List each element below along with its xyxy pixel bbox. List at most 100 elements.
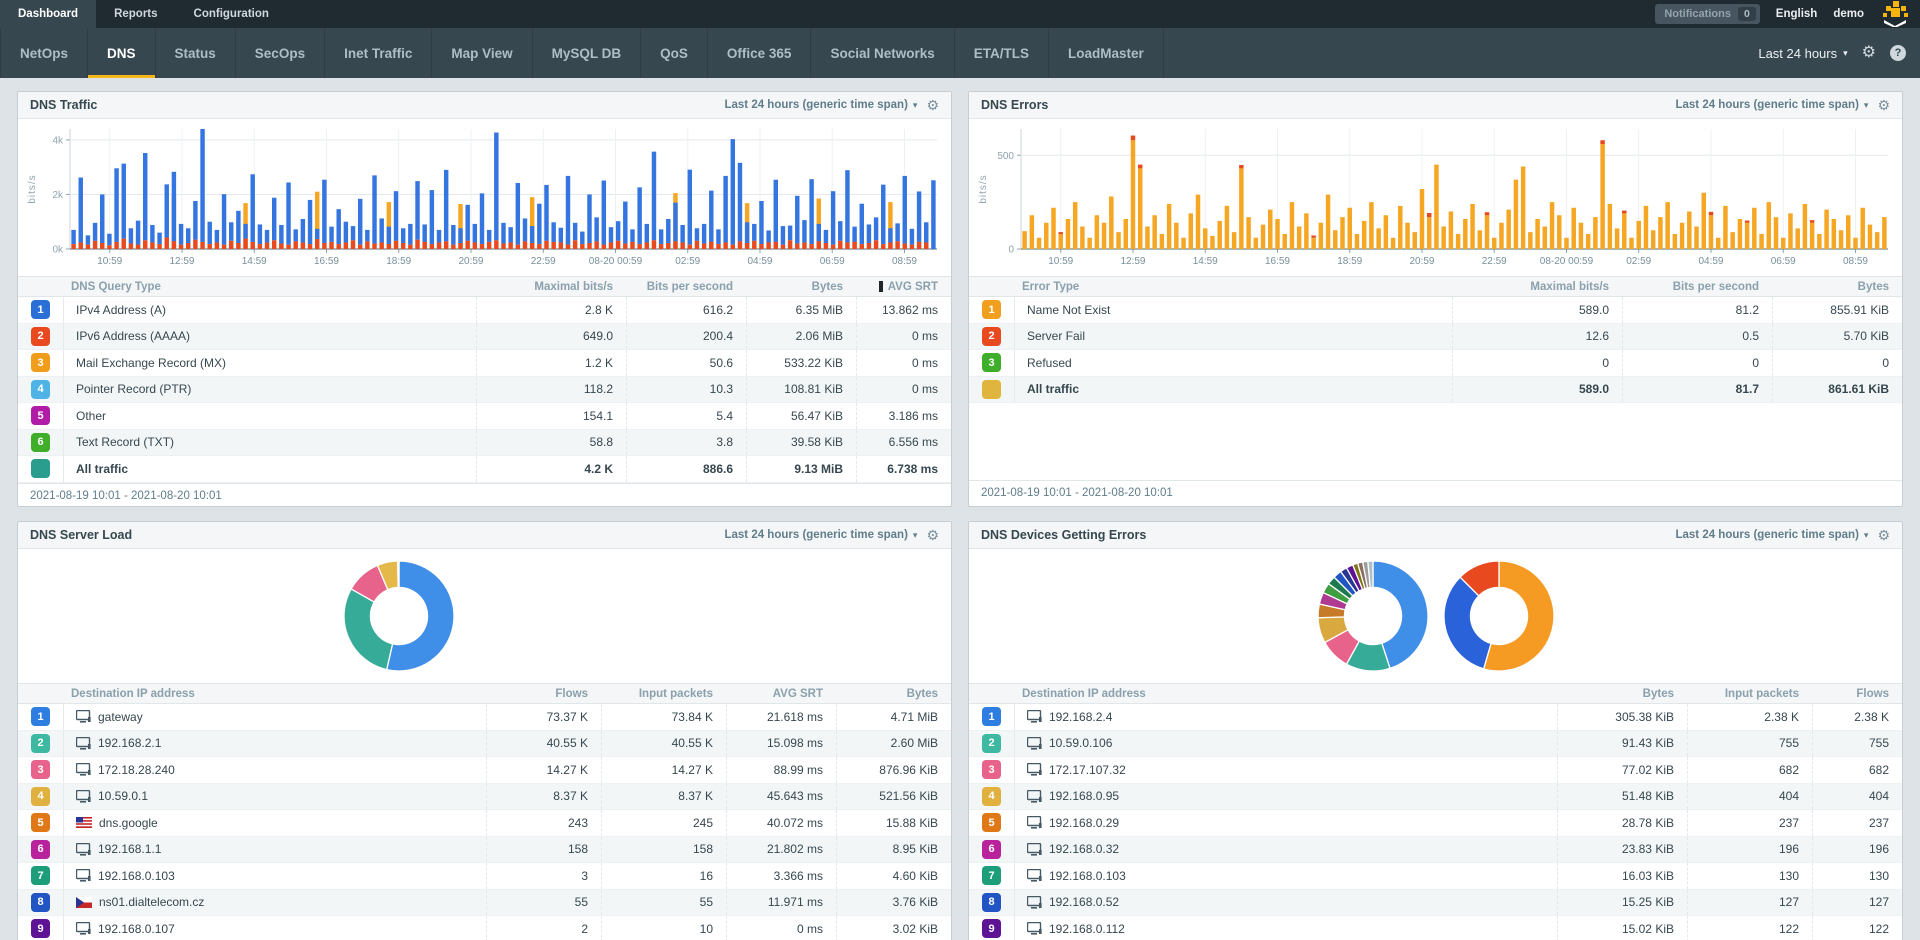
table-row[interactable]: 9192.168.0.11215.02 KiB122122 <box>969 916 1902 940</box>
nav-tab-social-networks[interactable]: Social Networks <box>811 28 954 78</box>
row-value: 15.25 KiB <box>1557 890 1687 916</box>
top-tab-dashboard[interactable]: Dashboard <box>0 0 96 28</box>
svg-text:0k: 0k <box>52 245 64 256</box>
language-selector[interactable]: English <box>1776 8 1818 20</box>
dns-errors-chart[interactable]: 0500bits/s10:5912:5914:5916:5918:5920:59… <box>969 119 1902 276</box>
global-time-range-selector[interactable]: Last 24 hours ▾ <box>1758 46 1847 61</box>
donut-segment-other[interactable] <box>397 561 398 587</box>
table-row[interactable]: 7192.168.0.10316.03 KiB130130 <box>969 863 1902 890</box>
row-value: 130 <box>1687 863 1812 889</box>
column-header[interactable]: Bytes <box>746 277 856 296</box>
nav-tab-mysql-db[interactable]: MySQL DB <box>533 28 642 78</box>
table-row[interactable]: 4Pointer Record (PTR)118.210.3108.81 KiB… <box>18 377 951 404</box>
table-row[interactable]: 6192.168.1.115815821.802 ms8.95 KiB <box>18 837 951 864</box>
table-row[interactable]: 8192.168.0.5215.25 KiB127127 <box>969 890 1902 917</box>
nav-tab-map-view[interactable]: Map View <box>432 28 532 78</box>
row-value: 91.43 KiB <box>1557 731 1687 757</box>
panel-settings-gear-icon[interactable]: ⚙ <box>1877 97 1890 114</box>
nav-tab-netops[interactable]: NetOps <box>0 28 88 78</box>
table-row[interactable]: 2IPv6 Address (AAAA)649.0200.42.06 MiB0 … <box>18 324 951 351</box>
svg-text:2k: 2k <box>52 190 64 201</box>
table-row[interactable]: 9192.168.0.1072100 ms3.02 KiB <box>18 916 951 940</box>
table-row[interactable]: 210.59.0.10691.43 KiB755755 <box>969 731 1902 758</box>
table-row[interactable]: 1IPv4 Address (A)2.8 K616.26.35 MiB13.86… <box>18 297 951 324</box>
column-header[interactable]: Maximal bits/s <box>1452 277 1622 296</box>
column-header[interactable]: Bits per second <box>626 277 746 296</box>
table-row[interactable]: 8ns01.dialtelecom.cz555511.971 ms3.76 Ki… <box>18 890 951 917</box>
panel-settings-gear-icon[interactable]: ⚙ <box>1877 527 1890 544</box>
table-row[interactable]: 4192.168.0.9551.48 KiB404404 <box>969 784 1902 811</box>
top-tab-configuration[interactable]: Configuration <box>176 0 287 28</box>
column-header[interactable]: AVG SRT <box>856 277 951 296</box>
panel-settings-gear-icon[interactable]: ⚙ <box>926 527 939 544</box>
column-header[interactable]: AVG SRT <box>726 684 836 703</box>
table-row[interactable]: 5Other154.15.456.47 KiB3.186 ms <box>18 403 951 430</box>
panel-time-span-label: Last 24 hours (generic time span) <box>1675 529 1858 541</box>
row-value: 533.22 KiB <box>746 350 856 376</box>
table-row[interactable]: 6192.168.0.3223.83 KiB196196 <box>969 837 1902 864</box>
top-tab-reports[interactable]: Reports <box>96 0 175 28</box>
table-row[interactable]: 3Mail Exchange Record (MX)1.2 K50.6533.2… <box>18 350 951 377</box>
nav-tab-qos[interactable]: QoS <box>641 28 708 78</box>
notifications-button[interactable]: Notifications 0 <box>1655 4 1759 24</box>
table-total-row[interactable]: All traffic589.081.7861.61 KiB <box>969 377 1902 404</box>
row-value: 56.47 KiB <box>746 403 856 429</box>
dns-traffic-chart[interactable]: 0k2k4kbits/s10:5912:5914:5916:5918:5920:… <box>18 119 951 276</box>
column-header[interactable]: Bytes <box>1557 684 1687 703</box>
help-icon[interactable]: ? <box>1890 45 1906 61</box>
user-menu[interactable]: demo <box>1833 8 1864 20</box>
panel-time-span-selector[interactable]: Last 24 hours (generic time span) ▾ <box>724 99 917 111</box>
column-header[interactable]: Flows <box>1812 684 1902 703</box>
table-row[interactable]: 2192.168.2.140.55 K40.55 K15.098 ms2.60 … <box>18 731 951 758</box>
column-header[interactable]: Bytes <box>836 684 951 703</box>
dns-server-load-donut[interactable] <box>18 549 951 683</box>
column-header[interactable]: Destination IP address <box>18 684 486 703</box>
nav-tab-secops[interactable]: SecOps <box>236 28 325 78</box>
row-value: 2.06 MiB <box>746 324 856 350</box>
table-row[interactable]: 6Text Record (TXT)58.83.839.58 KiB6.556 … <box>18 430 951 457</box>
table-row[interactable]: 5dns.google24324540.072 ms15.88 KiB <box>18 810 951 837</box>
row-value: 4.71 MiB <box>836 704 951 730</box>
device-monitor-icon <box>76 710 91 723</box>
column-header[interactable]: Error Type <box>969 277 1452 296</box>
nav-tab-office-365[interactable]: Office 365 <box>708 28 812 78</box>
settings-gear-icon[interactable]: ⚙ <box>1862 45 1876 61</box>
flag-us-icon <box>76 817 92 828</box>
brand-logo-icon[interactable] <box>1880 1 1910 27</box>
column-header[interactable]: Bits per second <box>1622 277 1772 296</box>
column-header[interactable]: Flows <box>486 684 601 703</box>
table-row[interactable]: 5192.168.0.2928.78 KiB237237 <box>969 810 1902 837</box>
table-row[interactable]: 410.59.0.18.37 K8.37 K45.643 ms521.56 Ki… <box>18 784 951 811</box>
dns-devices-errors-donuts[interactable] <box>969 549 1902 683</box>
nav-tab-dns[interactable]: DNS <box>88 28 156 78</box>
row-value: 23.83 KiB <box>1557 837 1687 863</box>
panel-time-span-selector[interactable]: Last 24 hours (generic time span) ▾ <box>1675 529 1868 541</box>
column-header[interactable]: Input packets <box>601 684 726 703</box>
column-header[interactable]: Destination IP address <box>969 684 1557 703</box>
donut-segment-192.168.2.1[interactable] <box>344 589 393 670</box>
row-value: 886.6 <box>626 456 746 482</box>
column-header[interactable]: DNS Query Type <box>18 277 476 296</box>
table-row[interactable]: 7192.168.0.1033163.366 ms4.60 KiB <box>18 863 951 890</box>
nav-tab-eta-tls[interactable]: ETA/TLS <box>955 28 1049 78</box>
nav-tab-status[interactable]: Status <box>156 28 236 78</box>
table-row[interactable]: 1gateway73.37 K73.84 K21.618 ms4.71 MiB <box>18 704 951 731</box>
column-header[interactable]: Maximal bits/s <box>476 277 626 296</box>
row-value: 682 <box>1812 757 1902 783</box>
table-row[interactable]: 3Refused000 <box>969 350 1902 377</box>
table-row[interactable]: 1Name Not Exist589.081.2855.91 KiB <box>969 297 1902 324</box>
table-row[interactable]: 2Server Fail12.60.55.70 KiB <box>969 324 1902 351</box>
panel-time-span-selector[interactable]: Last 24 hours (generic time span) ▾ <box>724 529 917 541</box>
table-row[interactable]: 3172.17.107.3277.02 KiB682682 <box>969 757 1902 784</box>
table-row[interactable]: 3172.18.28.24014.27 K14.27 K88.99 ms876.… <box>18 757 951 784</box>
panel-time-span-label: Last 24 hours (generic time span) <box>724 99 907 111</box>
panel-settings-gear-icon[interactable]: ⚙ <box>926 97 939 114</box>
column-header[interactable]: Bytes <box>1772 277 1902 296</box>
nav-tab-inet-traffic[interactable]: Inet Traffic <box>325 28 432 78</box>
column-header[interactable]: Input packets <box>1687 684 1812 703</box>
table-row[interactable]: 1192.168.2.4305.38 KiB2.38 K2.38 K <box>969 704 1902 731</box>
panel-time-span-selector[interactable]: Last 24 hours (generic time span) ▾ <box>1675 99 1868 111</box>
table-total-row[interactable]: All traffic4.2 K886.69.13 MiB6.738 ms <box>18 456 951 483</box>
nav-tab-loadmaster[interactable]: LoadMaster <box>1049 28 1164 78</box>
series-color-badge: 5 <box>31 813 50 832</box>
